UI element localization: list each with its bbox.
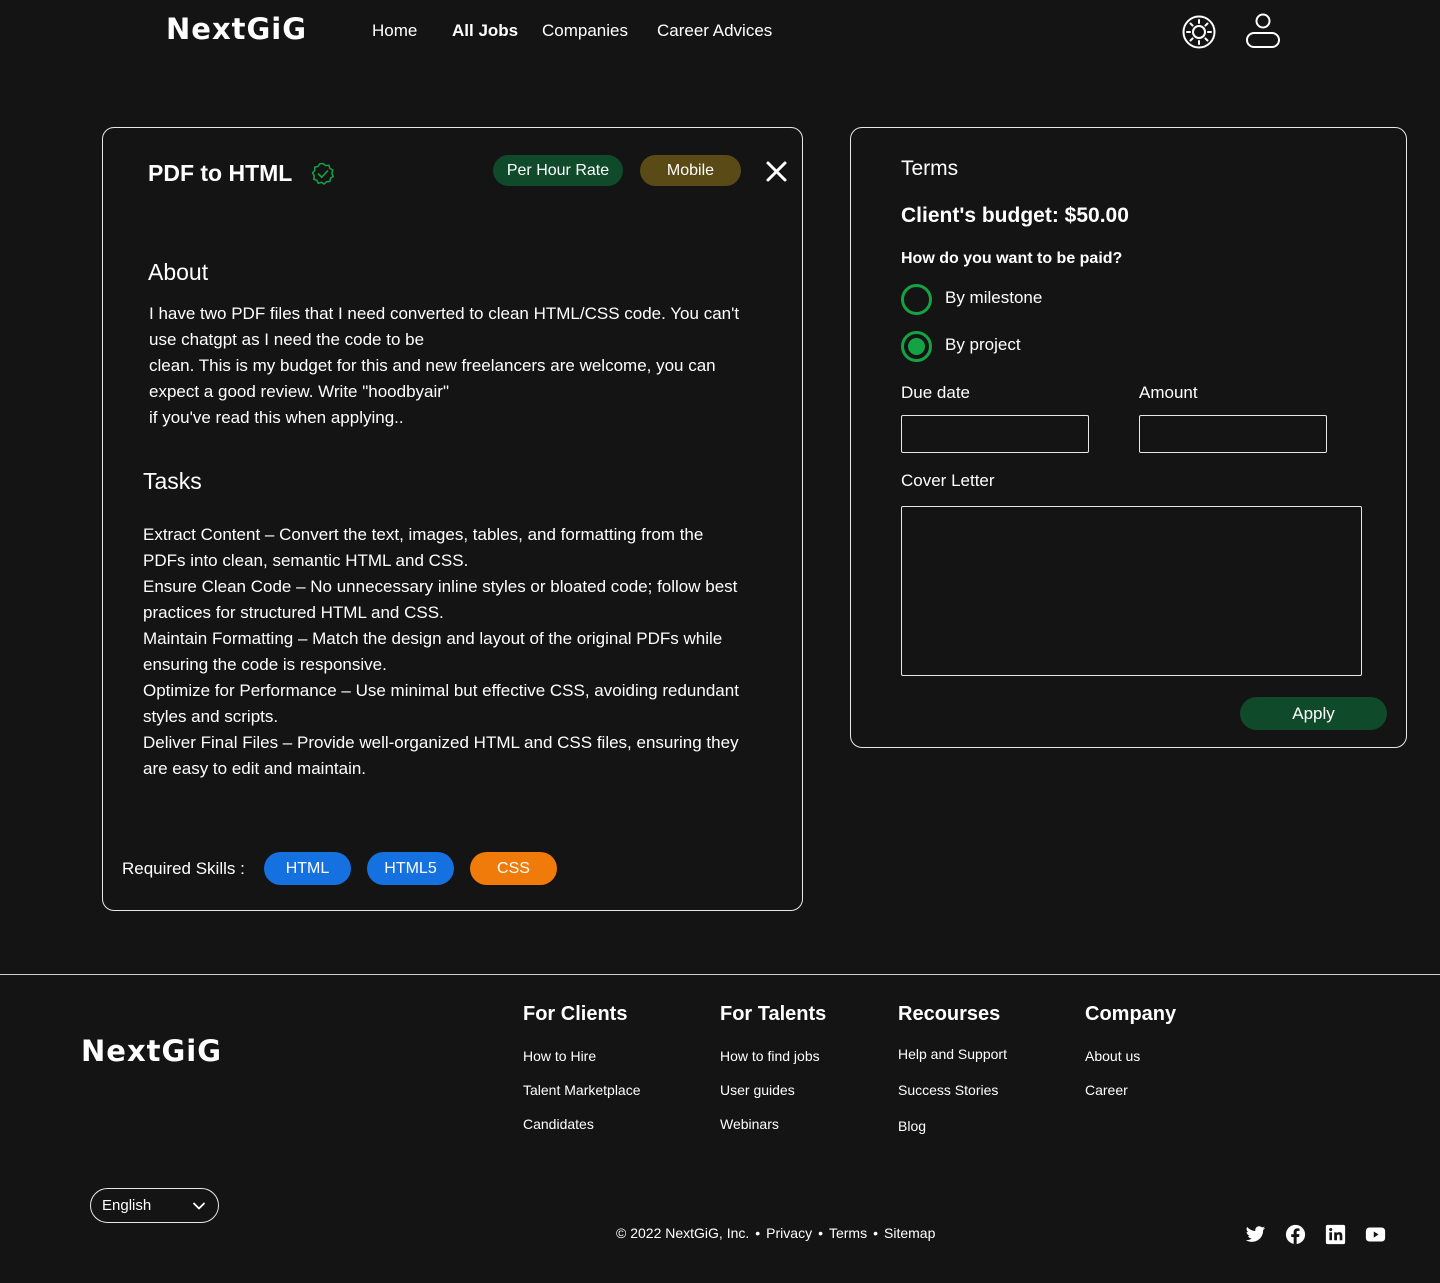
job-details-card	[102, 127, 803, 911]
close-icon[interactable]	[765, 160, 788, 183]
footer-link-candidates[interactable]: Candidates	[523, 1116, 594, 1132]
footer-link-help-and-support[interactable]: Help and Support	[898, 1046, 1007, 1062]
language-select-value: English	[102, 1197, 152, 1214]
tasks-text: Extract Content – Convert the text, imag…	[143, 522, 793, 782]
amount-label: Amount	[1139, 383, 1198, 402]
footer-heading-company: Company	[1085, 1003, 1177, 1025]
radio-by-milestone[interactable]	[901, 284, 932, 315]
user-profile-icon[interactable]	[1244, 12, 1282, 50]
nav-companies[interactable]: Companies	[542, 21, 628, 41]
due-date-label: Due date	[901, 383, 970, 402]
language-select[interactable]: English	[90, 1188, 219, 1223]
skill-tag-html5[interactable]: HTML5	[367, 852, 454, 885]
footer-heading-recourses: Recourses	[898, 1003, 1001, 1025]
task-line: Extract Content – Convert the text, imag…	[143, 525, 704, 544]
task-line: practices for structured HTML and CSS.	[143, 603, 444, 622]
linkedin-icon[interactable]	[1325, 1224, 1346, 1245]
about-line: if you've read this when applying..	[149, 408, 404, 427]
chevron-down-icon	[192, 1199, 206, 1213]
footer-link-terms[interactable]: Terms	[829, 1225, 867, 1241]
task-line: ensuring the code is responsive.	[143, 655, 387, 674]
footer-link-success-stories[interactable]: Success Stories	[898, 1082, 998, 1098]
youtube-icon[interactable]	[1365, 1224, 1386, 1245]
required-skills-label: Required Skills :	[122, 859, 245, 878]
tag-per-hour-rate[interactable]: Per Hour Rate	[493, 155, 623, 186]
radio-by-project[interactable]	[901, 331, 932, 362]
footer-divider	[0, 974, 1440, 975]
task-line: Optimize for Performance – Use minimal b…	[143, 681, 739, 700]
footer-link-how-to-find-jobs[interactable]: How to find jobs	[720, 1048, 820, 1064]
about-heading: About	[148, 259, 209, 285]
footer-link-privacy[interactable]: Privacy	[766, 1225, 812, 1241]
about-line: expect a good review. Write "hoodbyair"	[149, 382, 449, 401]
tag-mobile[interactable]: Mobile	[640, 155, 741, 186]
task-line: PDFs into clean, semantic HTML and CSS.	[143, 551, 469, 570]
footer-link-about-us[interactable]: About us	[1085, 1048, 1140, 1064]
due-date-field[interactable]	[901, 415, 1089, 453]
tasks-heading: Tasks	[143, 468, 202, 494]
terms-heading: Terms	[901, 157, 959, 180]
footer-link-webinars[interactable]: Webinars	[720, 1116, 779, 1132]
verified-badge-icon	[311, 162, 335, 186]
footer-heading-for-talents: For Talents	[720, 1003, 827, 1025]
header-logo[interactable]: NextGiG	[166, 12, 307, 46]
skill-tag-html[interactable]: HTML	[264, 852, 351, 885]
about-line: I have two PDF files that I need convert…	[149, 304, 740, 323]
footer-link-career[interactable]: Career	[1085, 1082, 1128, 1098]
twitter-icon[interactable]	[1245, 1224, 1266, 1245]
radio-label-by-project[interactable]: By project	[945, 335, 1021, 355]
footer-link-how-to-hire[interactable]: How to Hire	[523, 1048, 596, 1064]
job-title: PDF to HTML	[148, 160, 293, 186]
footer-link-sitemap[interactable]: Sitemap	[884, 1225, 935, 1241]
payment-question: How do you want to be paid?	[901, 250, 1123, 267]
skill-tag-css[interactable]: CSS	[470, 852, 557, 885]
about-line: use chatgpt as I need the code to be	[149, 330, 425, 349]
apply-button[interactable]: Apply	[1240, 697, 1387, 730]
client-budget: Client's budget: $50.00	[901, 204, 1129, 227]
footer-link-blog[interactable]: Blog	[898, 1118, 926, 1134]
theme-toggle-icon[interactable]	[1182, 15, 1216, 49]
footer-heading-for-clients: For Clients	[523, 1003, 628, 1025]
task-line: are easy to edit and maintain.	[143, 759, 367, 778]
task-line: Maintain Formatting – Match the design a…	[143, 629, 723, 648]
footer-logo[interactable]: NextGiG	[81, 1034, 222, 1068]
cover-letter-field[interactable]	[901, 506, 1362, 676]
nav-home[interactable]: Home	[372, 21, 417, 41]
nav-all-jobs[interactable]: All Jobs	[452, 21, 518, 41]
footer-link-user-guides[interactable]: User guides	[720, 1082, 795, 1098]
nav-career-advices[interactable]: Career Advices	[657, 21, 772, 41]
task-line: Deliver Final Files – Provide well-organ…	[143, 733, 739, 752]
legal-separator: •	[873, 1225, 879, 1241]
footer-legal: © 2022 NextGiG, Inc. • Privacy • Terms •…	[616, 1225, 935, 1241]
facebook-icon[interactable]	[1285, 1224, 1306, 1245]
copyright-text: © 2022 NextGiG, Inc.	[616, 1225, 750, 1241]
footer-link-talent-marketplace[interactable]: Talent Marketplace	[523, 1082, 641, 1098]
cover-letter-label: Cover Letter	[901, 471, 995, 490]
about-text: I have two PDF files that I need convert…	[149, 301, 789, 431]
legal-separator: •	[755, 1225, 761, 1241]
amount-field[interactable]	[1139, 415, 1327, 453]
radio-label-by-milestone[interactable]: By milestone	[945, 288, 1042, 308]
task-line: styles and scripts.	[143, 707, 279, 726]
task-line: Ensure Clean Code – No unnecessary inlin…	[143, 577, 738, 596]
legal-separator: •	[818, 1225, 823, 1241]
about-line: clean. This is my budget for this and ne…	[149, 356, 716, 375]
